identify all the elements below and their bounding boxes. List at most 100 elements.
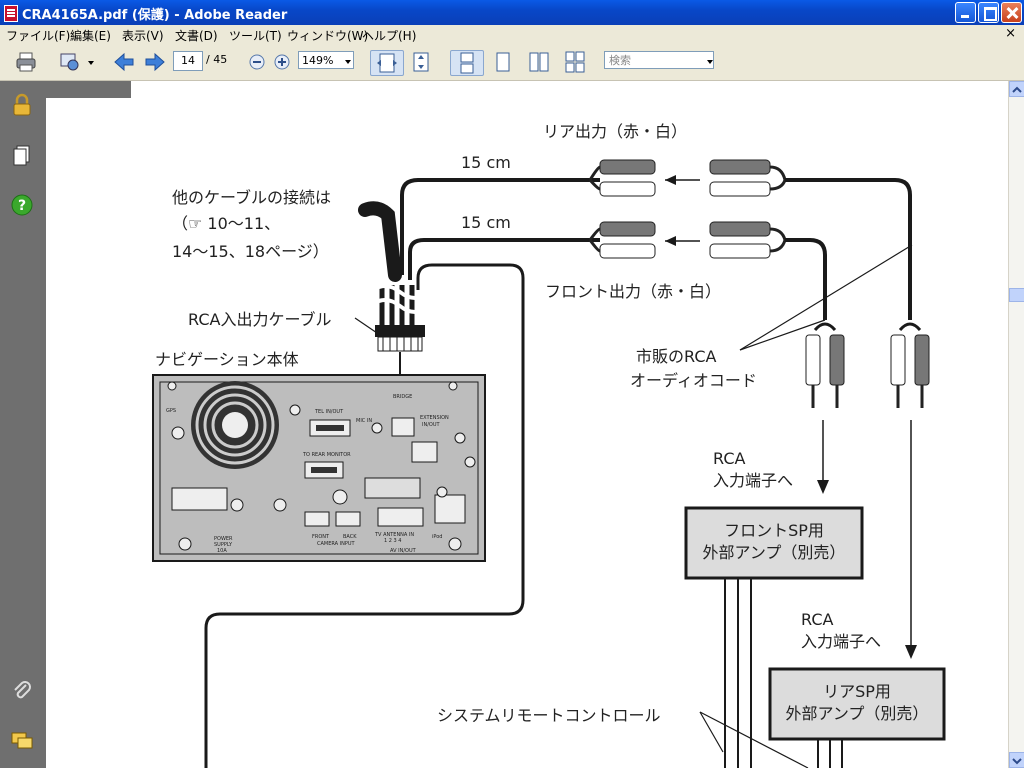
share-button[interactable] [58,50,94,74]
gps-label: GPS [166,408,176,414]
maximize-icon [979,3,998,22]
fit-page-icon [413,52,429,72]
document-close-icon[interactable]: × [1005,26,1016,41]
rca-cable-label: RCA入出力ケーブル [188,310,331,329]
front-output-label: フロント出力（赤・白） [545,282,721,301]
page-number-input[interactable]: 14 [173,51,203,71]
rear-rca-plugs [588,159,787,197]
document-page[interactable]: GPS TEL IN/OUT MIC IN BRIDGE EXTENSION I… [46,98,1008,768]
menu-edit[interactable]: 編集(E) [70,27,111,44]
zoom-in-icon [274,54,290,70]
menu-view[interactable]: 表示(V) [122,27,164,44]
fit-page-button[interactable] [409,50,433,74]
zoom-out-icon [249,54,265,70]
svg-text:?: ? [18,198,26,214]
menu-file[interactable]: ファイル(F) [6,27,70,44]
navigation-unit: GPS TEL IN/OUT MIC IN BRIDGE EXTENSION I… [152,374,486,562]
scroll-down-button[interactable] [1009,752,1024,768]
single-page-icon [460,52,474,74]
chevron-up-icon [1012,86,1022,93]
menu-help[interactable]: ヘルプ(H) [362,27,416,44]
front-amp-label-2: 外部アンプ（別売） [703,543,846,562]
adobe-reader-icon [4,5,18,22]
print-icon [16,52,36,72]
menu-tools[interactable]: ツール(T) [229,27,282,44]
zoom-out-button[interactable] [245,50,269,74]
maximize-button[interactable] [978,2,999,23]
rca-input-label-1a: RCA [713,449,745,468]
wiring-diagram: GPS TEL IN/OUT MIC IN BRIDGE EXTENSION I… [152,122,946,768]
cable-length-bottom: 15 cm [461,213,511,232]
chevron-down-icon[interactable] [707,60,713,64]
commercial-rca-label-1: 市販のRCA [636,347,716,366]
arrow-right-icon [145,52,165,72]
page-total: / 45 [206,53,228,66]
system-remote-label: システムリモートコントロール [437,706,661,725]
close-icon [1002,3,1021,22]
extension-io-label: IN/OUT [422,422,440,428]
front-camera-label: FRONT [312,534,330,540]
next-page-button[interactable] [143,50,167,74]
lock-icon[interactable] [10,93,34,117]
ipod-label: iPod [432,534,442,540]
scroll-thumb[interactable] [1009,288,1024,302]
extension-label: EXTENSION [420,415,449,421]
two-page-icon [529,52,549,72]
comments-icon[interactable] [10,729,34,753]
rca-input-label-2a: RCA [801,610,833,629]
vertical-scrollbar[interactable] [1008,81,1024,768]
close-button[interactable] [1001,2,1022,23]
fuse-label: 10A [217,548,227,554]
document-top-gutter [46,81,131,98]
page-icon [496,52,510,72]
window-title: CRA4165A.pdf (保護) - Adobe Reader [22,8,288,23]
single-page-view-button[interactable] [450,50,484,76]
antenna-numbers-label: 1 2 3 4 [384,538,402,544]
minimize-button[interactable] [955,2,976,23]
other-cables-label-2: （☞ 10〜11、 [172,214,280,233]
nav-unit-label: ナビゲーション本体 [155,350,299,369]
front-amp-label-1: フロントSP用 [724,521,824,540]
help-icon[interactable]: ? [10,193,34,217]
bridge-label: BRIDGE [393,394,412,400]
camera-input-label: CAMERA INPUT [317,541,356,547]
other-cables-label-3: 14〜15、18ページ） [172,242,329,261]
fit-width-icon [377,53,397,73]
rear-monitor-label: TO REAR MONITOR [302,452,351,458]
tel-label: TEL IN/OUT [314,409,344,415]
two-page-continuous-button[interactable] [563,50,587,74]
chevron-down-icon [1012,758,1022,765]
rear-output-label: リア出力（赤・白） [543,122,687,141]
arrow-left-icon [114,52,134,72]
minimize-icon [956,3,975,22]
navigation-panel: ? [0,81,46,768]
search-input[interactable]: 検索 [604,51,714,69]
two-page-view-button[interactable] [527,50,551,74]
rca-input-label-1b: 入力端子へ [713,471,793,490]
scroll-up-button[interactable] [1009,81,1024,97]
pages-icon[interactable] [10,143,34,167]
menu-bar: ファイル(F) 編集(E) 表示(V) 文書(D) ツール(T) ウィンドウ(W… [0,25,1024,44]
fit-width-button[interactable] [370,50,404,76]
grid-pages-icon [565,51,585,73]
menu-window[interactable]: ウィンドウ(W) [287,27,368,44]
menu-document[interactable]: 文書(D) [175,27,218,44]
share-icon [60,53,79,71]
cable-length-top: 15 cm [461,153,511,172]
mic-label: MIC IN [356,418,372,424]
back-camera-label: BACK [343,534,357,540]
rear-amp-label-1: リアSP用 [823,682,891,701]
chevron-down-icon[interactable] [345,60,351,64]
chevron-down-icon [88,61,94,65]
zoom-in-button[interactable] [270,50,294,74]
title-bar: CRA4165A.pdf (保護) - Adobe Reader [0,0,1024,25]
av-io-label: AV IN/OUT [390,548,417,554]
rca-input-label-2b: 入力端子へ [801,632,881,651]
continuous-view-button[interactable] [491,50,515,74]
front-rca-plugs [588,221,787,259]
rear-amp-label-2: 外部アンプ（別売） [786,704,929,723]
previous-page-button[interactable] [112,50,136,74]
attachment-icon[interactable] [10,679,34,703]
toolbar: 14 / 45 149% 検索 [0,44,1024,81]
print-button[interactable] [14,50,38,74]
